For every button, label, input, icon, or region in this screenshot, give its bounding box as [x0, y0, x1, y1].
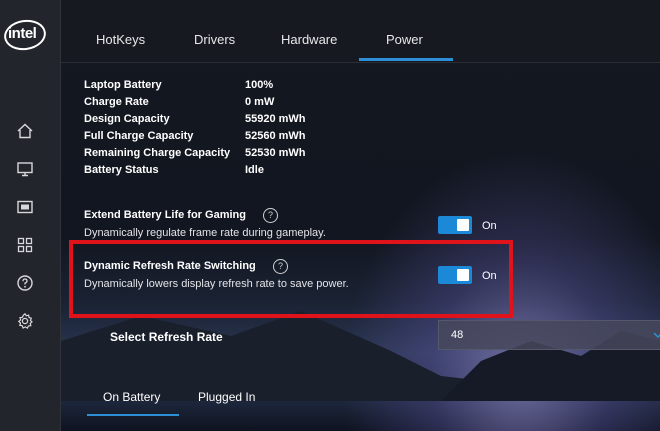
- info-value: 100%: [245, 79, 274, 91]
- toggle-state-label: On: [482, 220, 497, 232]
- tab-drivers[interactable]: Drivers: [194, 32, 235, 47]
- tab-hardware[interactable]: Hardware: [281, 32, 337, 47]
- toggle-state-label: On: [482, 270, 497, 282]
- intel-logo: intel: [8, 25, 37, 42]
- setting-description: Dynamically regulate frame rate during g…: [84, 227, 326, 239]
- info-value: 55920 mWh: [245, 113, 306, 125]
- info-label: Battery Status: [84, 164, 159, 176]
- info-value: Idle: [245, 164, 264, 176]
- info-value: 0 mW: [245, 96, 275, 108]
- apps-grid-icon[interactable]: [14, 234, 36, 256]
- tab-power[interactable]: Power: [386, 32, 423, 47]
- setting-title: Dynamic Refresh Rate Switching: [84, 260, 256, 272]
- refresh-rate-label: Select Refresh Rate: [110, 330, 223, 344]
- tab-plugged-in[interactable]: Plugged In: [198, 390, 255, 404]
- active-subtab-indicator: [87, 414, 179, 416]
- info-label: Full Charge Capacity: [84, 130, 194, 142]
- help-icon[interactable]: [14, 272, 36, 294]
- sidebar: intel: [0, 0, 61, 431]
- refresh-rate-value: 48: [451, 329, 464, 341]
- extend-battery-toggle[interactable]: [438, 216, 472, 234]
- home-icon[interactable]: [14, 120, 36, 142]
- tab-hotkeys[interactable]: HotKeys: [96, 32, 145, 47]
- video-icon[interactable]: [14, 196, 36, 218]
- toggle-knob: [457, 269, 469, 281]
- info-label: Design Capacity: [84, 113, 170, 125]
- main-panel: HotKeys Drivers Hardware Power Laptop Ba…: [61, 0, 660, 431]
- setting-description: Dynamically lowers display refresh rate …: [84, 278, 349, 290]
- active-tab-indicator: [359, 58, 453, 61]
- display-icon[interactable]: [14, 158, 36, 180]
- chevron-down-icon: [653, 332, 660, 339]
- info-label: Laptop Battery: [84, 79, 162, 91]
- info-label: Remaining Charge Capacity: [84, 147, 231, 159]
- tab-on-battery[interactable]: On Battery: [103, 390, 160, 404]
- info-label: Charge Rate: [84, 96, 149, 108]
- info-value: 52530 mWh: [245, 147, 306, 159]
- top-tab-bar: HotKeys Drivers Hardware Power: [61, 0, 660, 63]
- refresh-rate-select[interactable]: 48: [438, 320, 660, 350]
- toggle-knob: [457, 219, 469, 231]
- setting-title: Extend Battery Life for Gaming: [84, 209, 246, 221]
- help-icon[interactable]: ?: [263, 208, 278, 223]
- info-value: 52560 mWh: [245, 130, 306, 142]
- help-icon[interactable]: ?: [273, 259, 288, 274]
- dynamic-refresh-toggle[interactable]: [438, 266, 472, 284]
- gear-icon[interactable]: [14, 310, 36, 332]
